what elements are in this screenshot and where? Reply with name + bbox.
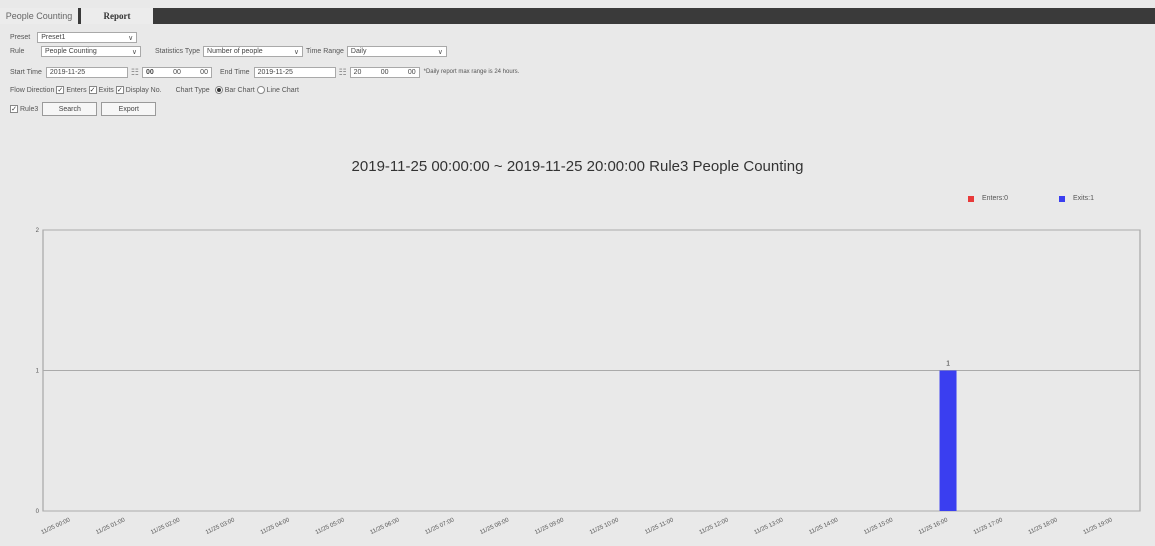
x-tick-label: 11/25 16:00 [918,517,949,536]
x-tick-label: 11/25 00:00 [40,517,71,536]
x-tick-label: 11/25 02:00 [150,517,181,536]
x-tick-label: 11/25 19:00 [1083,517,1114,536]
x-tick-label: 11/25 04:00 [260,517,291,536]
y-tick-label: 0 [36,509,40,515]
data-label: 1 [946,361,950,368]
x-tick-label: 11/25 09:00 [534,517,565,536]
bar-exits-1 [939,370,957,511]
x-tick-label: 11/25 08:00 [479,517,510,536]
x-tick-label: 11/25 17:00 [973,517,1004,536]
x-tick-label: 11/25 14:00 [808,517,839,536]
x-tick-label: 11/25 18:00 [1028,517,1059,536]
x-tick-label: 11/25 10:00 [589,517,620,536]
x-tick-label: 11/25 07:00 [424,517,455,536]
x-tick-label: 11/25 01:00 [95,517,126,536]
y-tick-label: 2 [36,228,40,234]
x-tick-label: 11/25 12:00 [699,517,730,536]
x-tick-label: 11/25 03:00 [205,517,236,536]
bar-chart: 0 1 2 11/25 00:00 11/25 01:00 11/25 02:00 11/2… [36,228,1141,536]
x-tick-label: 11/25 11:00 [644,517,675,536]
x-tick-label: 11/25 05:00 [315,517,346,536]
x-tick-label: 11/25 06:00 [369,517,400,536]
x-tick-label: 11/25 13:00 [753,517,784,536]
y-tick-label: 1 [36,369,40,375]
x-tick-label: 11/25 15:00 [863,517,894,536]
